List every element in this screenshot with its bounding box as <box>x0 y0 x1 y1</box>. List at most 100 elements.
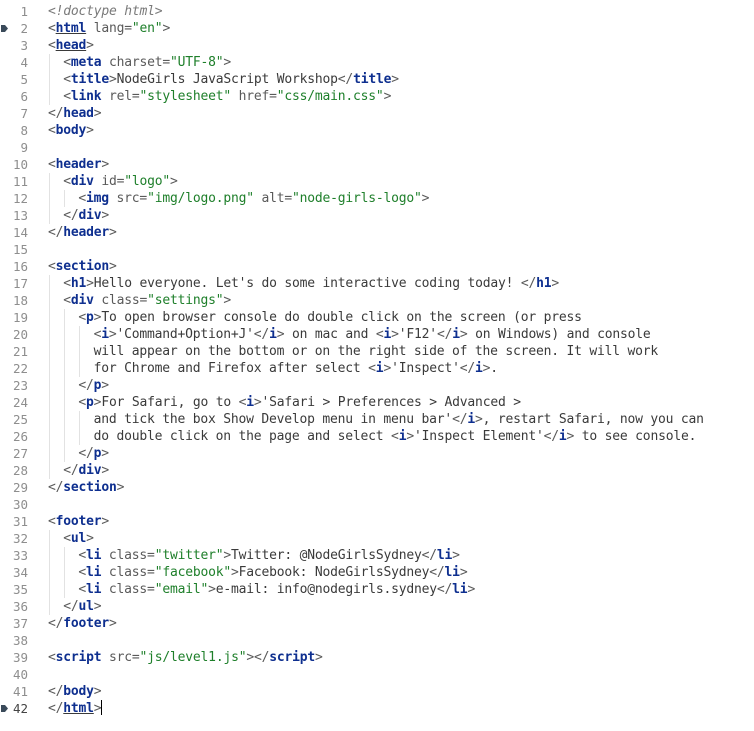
code-line-text[interactable]: </section> <box>48 479 124 496</box>
code-line-text[interactable]: <ul> <box>63 530 94 547</box>
code-line[interactable]: 34 <li class="facebook">Facebook: NodeGir… <box>0 564 754 581</box>
code-line[interactable]: 36 </ul> <box>0 598 754 615</box>
token-tag: i <box>101 327 109 342</box>
code-line-text[interactable]: <link rel="stylesheet" href="css/main.cs… <box>63 88 391 105</box>
code-line[interactable]: 42 </html> <box>0 700 754 717</box>
token-text: 'Inspect' <box>391 361 460 376</box>
code-line[interactable]: 26 do double click on the page and select… <box>0 428 754 445</box>
code-line-text[interactable]: <p>To open browser console do double cli… <box>78 309 582 326</box>
code-line-text[interactable]: <p>For Safari, go to <i>'Safari > Prefer… <box>78 394 521 411</box>
code-line-text[interactable]: <html lang="en"> <box>48 20 170 37</box>
code-line[interactable]: 32 <ul> <box>0 530 754 547</box>
code-line[interactable]: 39 <script src="js/level1.js"></script> <box>0 649 754 666</box>
code-line-text[interactable]: </body> <box>48 683 102 700</box>
code-line[interactable]: 38 <box>0 632 754 649</box>
code-line-text[interactable]: <head> <box>48 37 94 54</box>
code-line[interactable]: 2 <html lang="en"> <box>0 20 754 37</box>
code-line-text[interactable]: <div id="logo"> <box>63 173 178 190</box>
token-text: To open browser console do double click … <box>101 310 582 325</box>
token-str: "facebook" <box>154 565 231 580</box>
line-number: 40 <box>12 667 28 682</box>
token-punct: > <box>314 650 323 665</box>
code-line-text[interactable]: <i>'Command+Option+J'</i> on mac and <i>… <box>94 326 651 343</box>
code-line-text[interactable]: </div> <box>63 462 109 479</box>
token-punct: </ <box>520 276 537 291</box>
code-line[interactable]: 1 <!doctype html> <box>0 3 754 20</box>
code-line[interactable]: 24 <p>For Safari, go to <i>'Safari > Pref… <box>0 394 754 411</box>
code-line[interactable]: 23 </p> <box>0 377 754 394</box>
line-number: 41 <box>12 684 28 699</box>
code-line-text[interactable]: <title>NodeGirls JavaScript Workshop</ti… <box>63 71 399 88</box>
code-line[interactable]: 37 </footer> <box>0 615 754 632</box>
code-line[interactable]: 25 and tick the box Show Develop menu in … <box>0 411 754 428</box>
code-line-text[interactable]: <h1>Hello everyone. Let's do some intera… <box>63 275 559 292</box>
code-line-text[interactable]: and tick the box Show Develop menu in me… <box>94 411 704 428</box>
code-line[interactable]: 16 <section> <box>0 258 754 275</box>
code-line-text[interactable]: </p> <box>78 445 109 462</box>
code-line-text[interactable]: <body> <box>48 122 94 139</box>
code-line[interactable]: 9 <box>0 139 754 156</box>
code-line[interactable]: 11 <div id="logo"> <box>0 173 754 190</box>
code-text-area[interactable]: 1 <!doctype html> 2 <html lang="en"> 3 <head>… <box>0 0 754 731</box>
code-line[interactable]: 5 <title>NodeGirls JavaScript Workshop</t… <box>0 71 754 88</box>
code-line[interactable]: 27 </p> <box>0 445 754 462</box>
code-line-text[interactable]: </head> <box>48 105 102 122</box>
code-line[interactable]: 21 will appear on the bottom or on the ri… <box>0 343 754 360</box>
code-line[interactable]: 3 <head> <box>0 37 754 54</box>
code-line[interactable]: 7 </head> <box>0 105 754 122</box>
text-cursor <box>101 700 103 715</box>
code-line-text[interactable]: <img src="img/logo.png" alt="node-girls-… <box>78 190 429 207</box>
code-line[interactable]: 17 <h1>Hello everyone. Let's do some inte… <box>0 275 754 292</box>
token-doc: <!doctype html> <box>48 4 163 19</box>
code-line[interactable]: 8 <body> <box>0 122 754 139</box>
token-text: . <box>490 361 498 376</box>
code-line[interactable]: 14 </header> <box>0 224 754 241</box>
code-line-text[interactable]: <script src="js/level1.js"></script> <box>48 649 323 666</box>
token-tag: li <box>436 548 453 563</box>
code-line-text[interactable]: <li class="facebook">Facebook: NodeGirls… <box>78 564 467 581</box>
indent-guide <box>49 309 50 326</box>
code-line[interactable]: 19 <p>To open browser console do double c… <box>0 309 754 326</box>
code-line[interactable]: 29 </section> <box>0 479 754 496</box>
code-line-text[interactable]: <footer> <box>48 513 109 530</box>
code-line[interactable]: 18 <div class="settings"> <box>0 292 754 309</box>
code-line[interactable]: 15 <box>0 241 754 258</box>
token-text: Twitter: @NodeGirlsSydney <box>230 548 422 563</box>
code-line[interactable]: 6 <link rel="stylesheet" href="css/main.c… <box>0 88 754 105</box>
code-line[interactable]: 30 <box>0 496 754 513</box>
code-line-text[interactable]: for Chrome and Firefox after select < i >'… <box>94 360 499 377</box>
code-line-text[interactable]: <header> <box>48 156 109 173</box>
code-line-text[interactable]: <div class="settings"> <box>63 292 231 309</box>
code-line-text[interactable]: </p> <box>78 377 109 394</box>
code-line[interactable]: 40 <box>0 666 754 683</box>
code-line[interactable]: 22 for Chrome and Firefox after select < i… <box>0 360 754 377</box>
code-line[interactable]: 10 <header> <box>0 156 754 173</box>
token-tag: header <box>55 157 102 172</box>
code-line-text[interactable]: will appear on the bottom or on the righ… <box>94 343 659 360</box>
code-line[interactable]: 41 </body> <box>0 683 754 700</box>
code-line-text[interactable]: <li class="email">e-mail: info@nodegirls… <box>78 581 475 598</box>
code-line[interactable]: 33 <li class="twitter">Twitter: @NodeGirl… <box>0 547 754 564</box>
code-line[interactable]: 13 </div> <box>0 207 754 224</box>
code-line-text[interactable]: <section> <box>48 258 117 275</box>
indent-guide <box>64 411 66 428</box>
code-line[interactable]: 28 </div> <box>0 462 754 479</box>
code-line[interactable]: 12 <img src="img/logo.png" alt="node-girl… <box>0 190 754 207</box>
code-line-text[interactable]: <li class="twitter">Twitter: @NodeGirlsS… <box>78 547 460 564</box>
code-editor[interactable]: 1 <!doctype html> 2 <html lang="en"> 3 <head>… <box>0 0 754 731</box>
line-number: 35 <box>12 582 28 597</box>
token-punct: < <box>48 514 56 529</box>
code-line-text[interactable]: </html> <box>48 700 103 717</box>
code-line-text[interactable]: do double click on the page and select <… <box>94 428 697 445</box>
code-line[interactable]: 31 <footer> <box>0 513 754 530</box>
code-line-text[interactable]: </header> <box>48 224 117 241</box>
code-line-text[interactable]: </footer> <box>48 615 117 632</box>
code-line[interactable]: 4 <meta charset="UTF-8"> <box>0 54 754 71</box>
code-line-text[interactable]: </ul> <box>63 598 101 615</box>
code-line[interactable]: 20 <i>'Command+Option+J'</i> on mac and <… <box>0 326 754 343</box>
code-line-text[interactable]: </div> <box>63 207 109 224</box>
code-line-text[interactable]: <meta charset="UTF-8"> <box>63 54 231 71</box>
code-line-text[interactable]: <!doctype html> <box>48 3 163 20</box>
line-number: 29 <box>12 480 28 495</box>
code-line[interactable]: 35 <li class="email">e-mail: info@nodegir… <box>0 581 754 598</box>
